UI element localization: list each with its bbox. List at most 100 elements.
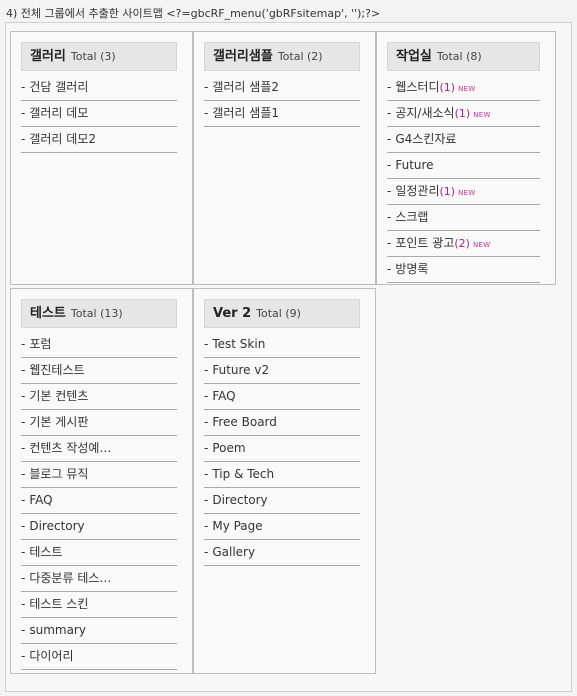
sitemap-link-label[interactable]: 다중분류 테스…: [29, 571, 111, 585]
sitemap-link[interactable]: - 갤러리 데모2: [21, 127, 177, 153]
sitemap-link[interactable]: - Future: [387, 153, 540, 179]
sitemap-link-label[interactable]: 테스트 스킨: [29, 597, 88, 611]
sitemap-link[interactable]: - 방명록: [387, 257, 540, 283]
bullet-dash: -: [204, 337, 209, 351]
sitemap-link[interactable]: - Future v2: [204, 358, 360, 384]
sitemap-link-label[interactable]: 테스트: [29, 545, 62, 559]
bullet-dash: -: [204, 363, 209, 377]
sitemap-container: 갤러리 Total (3) - 건담 갤러리 - 갤러리 데모 - 갤러리 데모2 갤러리샘플…: [5, 22, 572, 692]
bullet-dash: -: [204, 467, 209, 481]
bullet-dash: -: [387, 132, 392, 146]
group-total: Total (2): [277, 50, 323, 63]
sitemap-link[interactable]: - FAQ: [204, 384, 360, 410]
sitemap-link[interactable]: - Free Board: [204, 410, 360, 436]
sitemap-link-label[interactable]: 일정관리: [395, 184, 439, 198]
group-header[interactable]: 테스트 Total (13): [21, 299, 177, 328]
bullet-dash: -: [21, 493, 26, 507]
bullet-dash: -: [204, 106, 209, 120]
sitemap-link-label[interactable]: 다이어리: [29, 649, 73, 663]
sitemap-link-label[interactable]: 방명록: [395, 262, 428, 276]
sitemap-link-label[interactable]: Free Board: [212, 415, 277, 429]
sitemap-link-label[interactable]: 블로그 뮤직: [29, 467, 88, 481]
sitemap-link[interactable]: - 웹스터디(1) NEW: [387, 75, 540, 101]
sitemap-link[interactable]: - 컨텐츠 작성예…: [21, 436, 177, 462]
sitemap-link[interactable]: - Test Skin: [204, 332, 360, 358]
group-title[interactable]: Ver 2: [213, 306, 251, 321]
sitemap-link[interactable]: - 테스트: [21, 540, 177, 566]
sitemap-link[interactable]: - G4스킨자료: [387, 127, 540, 153]
sitemap-link-label[interactable]: 공지/새소식: [395, 106, 454, 120]
sitemap-link-label[interactable]: 포인트 광고: [395, 236, 454, 250]
sitemap-link-label[interactable]: 갤러리 데모2: [29, 132, 96, 146]
sitemap-link[interactable]: - 기본 게시판: [21, 410, 177, 436]
sitemap-link[interactable]: - 다이어리: [21, 644, 177, 670]
sitemap-link-label[interactable]: summary: [29, 623, 86, 637]
sitemap-link[interactable]: - 웹진테스트: [21, 358, 177, 384]
group-header[interactable]: 작업실 Total (8): [387, 42, 540, 71]
sitemap-link[interactable]: - 포인트 광고(2) NEW: [387, 231, 540, 257]
sitemap-link-label[interactable]: 건담 갤러리: [29, 80, 88, 94]
sitemap-link-label[interactable]: 컨텐츠 작성예…: [29, 441, 111, 455]
sitemap-link-label[interactable]: Gallery: [212, 545, 255, 559]
bullet-dash: -: [21, 519, 26, 533]
sitemap-link-label[interactable]: Tip & Tech: [212, 467, 274, 481]
sitemap-link[interactable]: - 공지/새소식(1) NEW: [387, 101, 540, 127]
sitemap-link[interactable]: - My Page: [204, 514, 360, 540]
sitemap-link-label[interactable]: Directory: [29, 519, 84, 533]
bullet-dash: -: [21, 106, 26, 120]
sitemap-link-label[interactable]: 갤러리 샘플2: [212, 80, 279, 94]
sitemap-link-label[interactable]: Future: [395, 158, 433, 172]
new-post-count: (2): [454, 237, 470, 250]
sitemap-link-label[interactable]: 기본 컨텐츠: [29, 389, 88, 403]
sitemap-link[interactable]: - Poem: [204, 436, 360, 462]
bullet-dash: -: [21, 467, 26, 481]
new-badge-icon: NEW: [472, 241, 491, 249]
sitemap-link[interactable]: - 블로그 뮤직: [21, 462, 177, 488]
sitemap-link[interactable]: - 일정관리(1) NEW: [387, 179, 540, 205]
bullet-dash: -: [387, 184, 392, 198]
sitemap-link-label[interactable]: 갤러리 데모: [29, 106, 88, 120]
sitemap-link[interactable]: - FAQ: [21, 488, 177, 514]
sitemap-link[interactable]: - 갤러리 샘플1: [204, 101, 360, 127]
sitemap-link-label[interactable]: My Page: [212, 519, 262, 533]
group-title[interactable]: 갤러리: [30, 49, 66, 64]
sitemap-link-label[interactable]: FAQ: [29, 493, 52, 507]
sitemap-link[interactable]: - 기본 컨텐츠: [21, 384, 177, 410]
sitemap-link-label[interactable]: 갤러리 샘플1: [212, 106, 279, 120]
sitemap-link-label[interactable]: FAQ: [212, 389, 235, 403]
sitemap-link-label[interactable]: 웹진테스트: [29, 363, 84, 377]
sitemap-link-label[interactable]: 스크랩: [395, 210, 428, 224]
sitemap-link[interactable]: - Tip & Tech: [204, 462, 360, 488]
bullet-dash: -: [387, 158, 392, 172]
bullet-dash: -: [21, 649, 26, 663]
sitemap-link-label[interactable]: 기본 게시판: [29, 415, 88, 429]
group-header[interactable]: 갤러리샘플 Total (2): [204, 42, 360, 71]
sitemap-link-label[interactable]: Directory: [212, 493, 267, 507]
group-box: 갤러리 Total (3) - 건담 갤러리 - 갤러리 데모 - 갤러리 데모2: [10, 31, 193, 285]
sitemap-link[interactable]: - Gallery: [204, 540, 360, 566]
sitemap-link-label[interactable]: G4스킨자료: [395, 132, 456, 146]
sitemap-link[interactable]: - 스크랩: [387, 205, 540, 231]
sitemap-link-label[interactable]: 웹스터디: [395, 80, 439, 94]
sitemap-link[interactable]: - 다중분류 테스…: [21, 566, 177, 592]
sitemap-link[interactable]: - summary: [21, 618, 177, 644]
sitemap-link[interactable]: - 갤러리 데모: [21, 101, 177, 127]
bullet-dash: -: [387, 210, 392, 224]
sitemap-link[interactable]: - 건담 갤러리: [21, 75, 177, 101]
sitemap-link-label[interactable]: Future v2: [212, 363, 269, 377]
sitemap-link[interactable]: - Directory: [21, 514, 177, 540]
sitemap-link[interactable]: - 갤러리 샘플2: [204, 75, 360, 101]
sitemap-link-label[interactable]: Test Skin: [212, 337, 265, 351]
sitemap-link-label[interactable]: Poem: [212, 441, 245, 455]
group-header[interactable]: Ver 2 Total (9): [204, 299, 360, 328]
bullet-dash: -: [21, 80, 26, 94]
group-title[interactable]: 테스트: [30, 306, 66, 321]
group-header[interactable]: 갤러리 Total (3): [21, 42, 177, 71]
sitemap-link-label[interactable]: 포럼: [29, 337, 51, 351]
bullet-dash: -: [21, 337, 26, 351]
sitemap-link[interactable]: - 포럼: [21, 332, 177, 358]
sitemap-link[interactable]: - Directory: [204, 488, 360, 514]
group-title[interactable]: 갤러리샘플: [213, 49, 273, 64]
group-title[interactable]: 작업실: [396, 49, 432, 64]
sitemap-link[interactable]: - 테스트 스킨: [21, 592, 177, 618]
